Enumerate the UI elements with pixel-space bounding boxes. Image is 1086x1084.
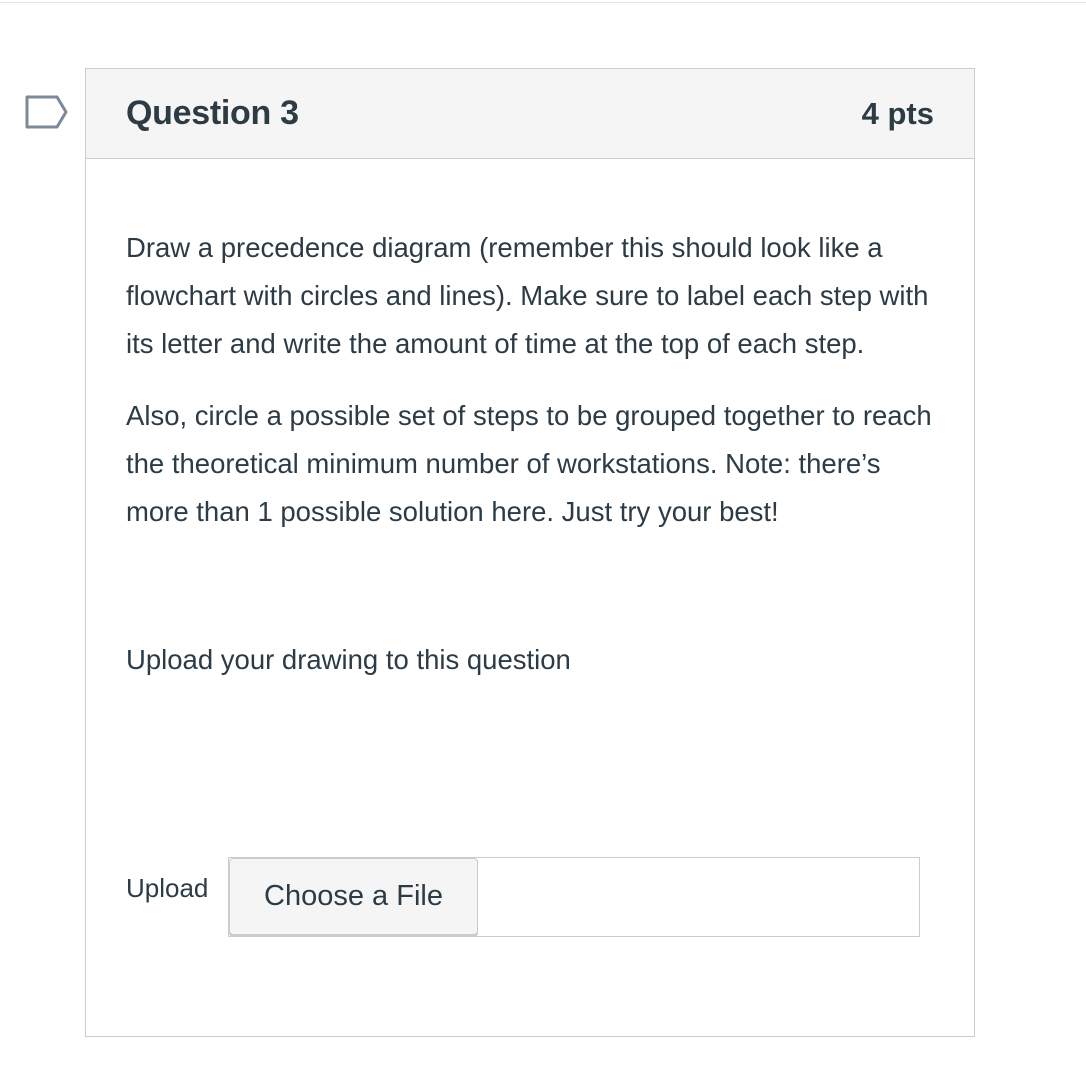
- question-header: Question 3 4 pts: [86, 69, 974, 159]
- question-paragraph: Also, circle a possible set of steps to …: [126, 400, 932, 527]
- question-body: Draw a precedence diagram (remember this…: [86, 159, 974, 684]
- upload-label: Upload: [126, 873, 209, 903]
- top-divider: [0, 2, 1086, 3]
- question-card: Question 3 4 pts Draw a precedence diagr…: [85, 68, 975, 1037]
- quiz-page: Question 3 4 pts Draw a precedence diagr…: [0, 0, 1086, 1084]
- question-points: 4 pts: [861, 95, 934, 131]
- question-text: Draw a precedence diagram (remember this…: [126, 159, 934, 684]
- flag-icon[interactable]: [24, 94, 70, 130]
- choose-file-button[interactable]: Choose a File: [229, 858, 478, 935]
- upload-row: Upload Choose a File: [126, 857, 920, 937]
- question-title: Question 3: [126, 94, 299, 132]
- question-paragraph: Draw a precedence diagram (remember this…: [126, 232, 929, 359]
- file-upload-field[interactable]: Choose a File: [228, 857, 920, 937]
- upload-prompt: Upload your drawing to this question: [126, 644, 571, 675]
